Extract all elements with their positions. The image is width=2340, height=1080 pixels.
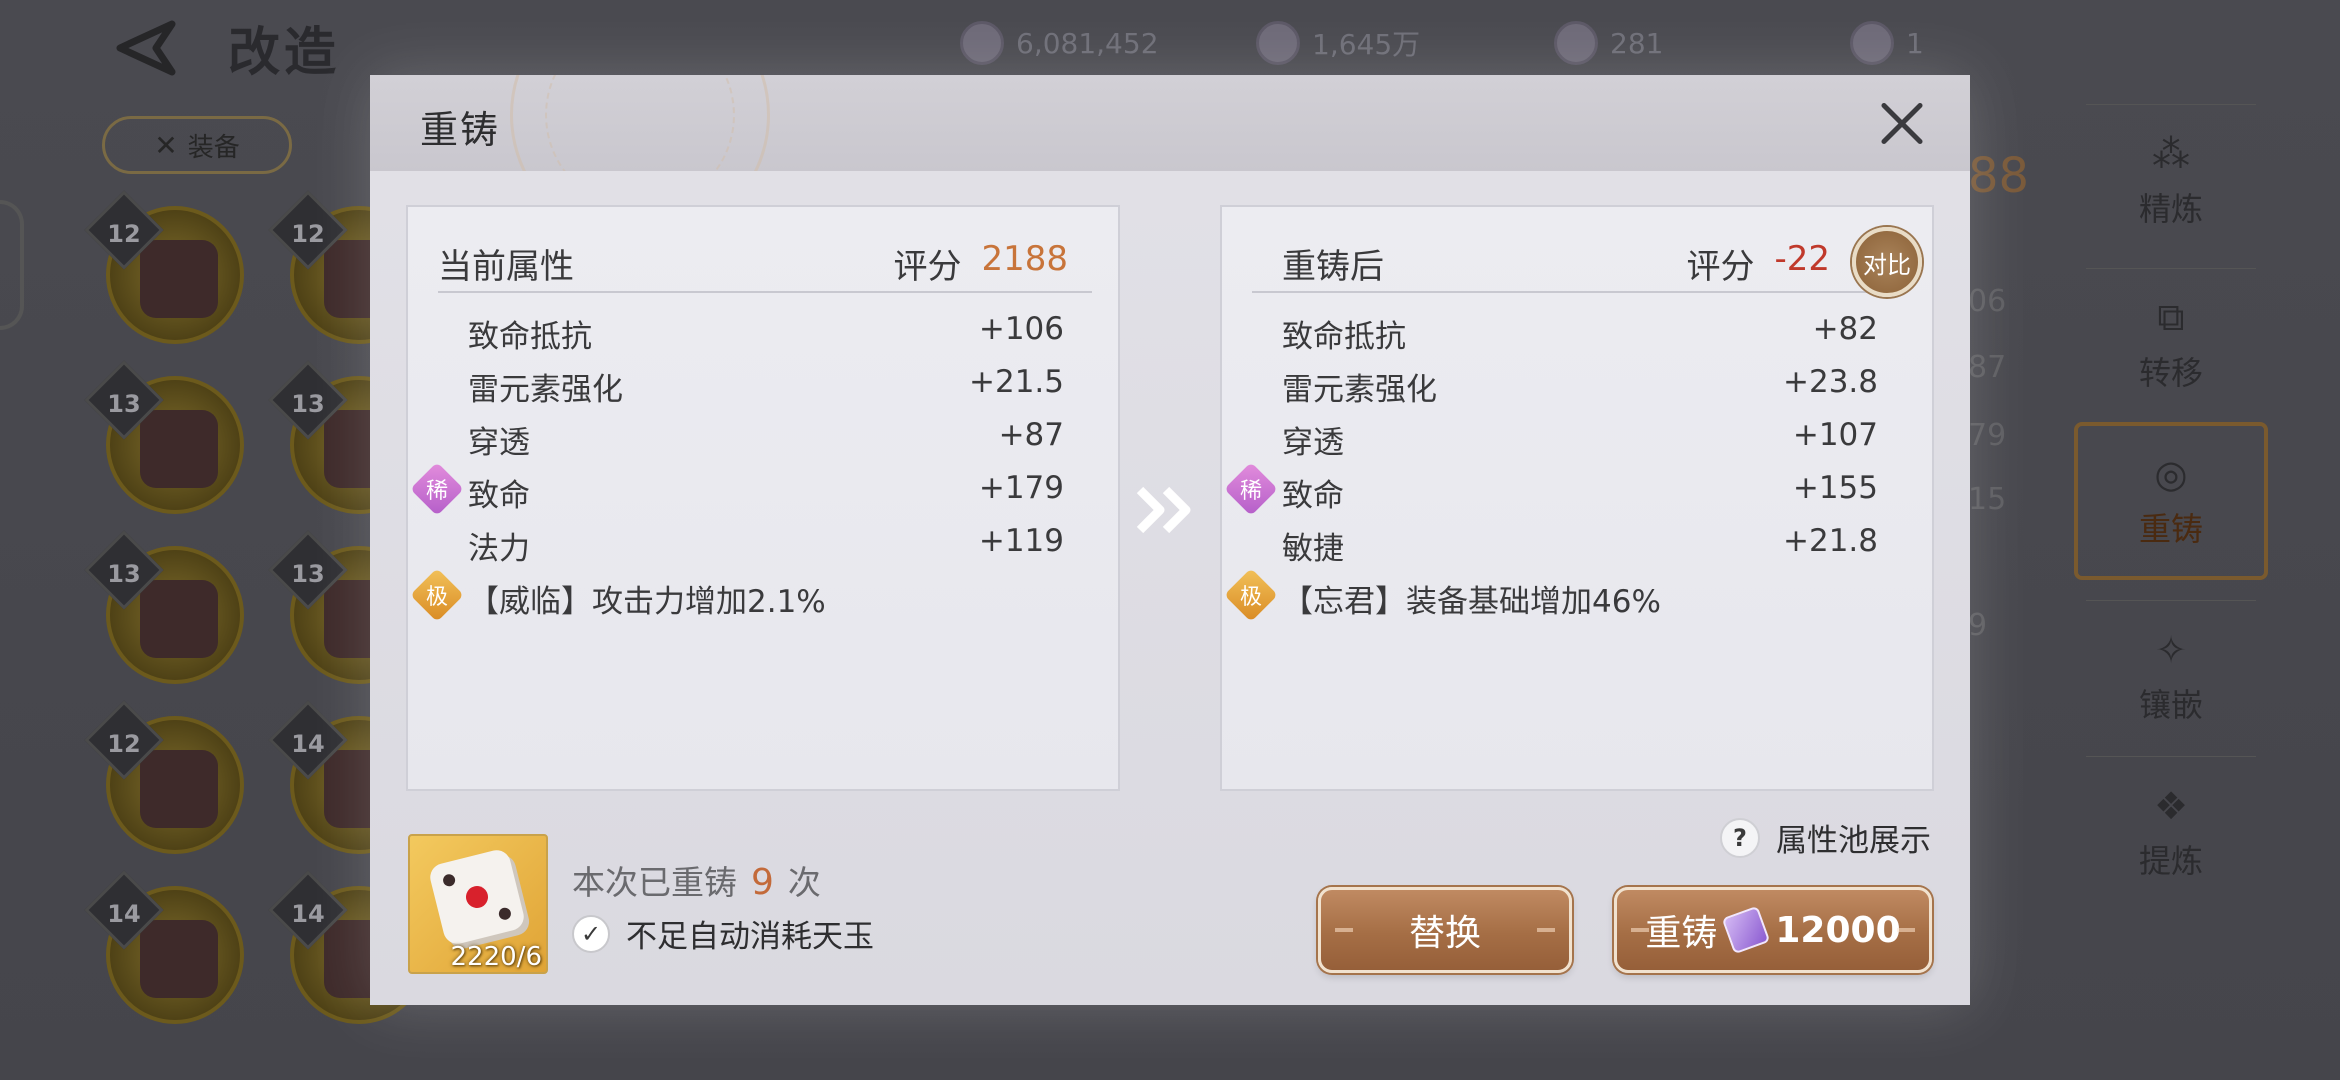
bg-score: 88 xyxy=(1968,148,2030,204)
transfer-icon: ⧉ xyxy=(2157,295,2185,339)
rare-tag-icon: 稀 xyxy=(1224,462,1278,516)
extreme-tag-icon: 极 xyxy=(410,568,464,622)
attribute-row: 穿透 +87 xyxy=(468,417,1064,461)
panel-header: 重铸后 评分 -22 对比 xyxy=(1252,227,1922,297)
refine-icon: ⁂ xyxy=(2152,131,2190,176)
attribute-list: 致命抵抗 +82 雷元素强化 +23.8 穿透 +107 稀 致命 +155 敏捷 +21… xyxy=(1222,303,1936,622)
left-edge-handle[interactable] xyxy=(0,200,24,330)
attribute-row: 致命抵抗 +106 xyxy=(468,311,1064,355)
score: 评分 -22 xyxy=(1686,239,1830,287)
attribute-pool-link[interactable]: ? 属性池展示 xyxy=(1720,815,1931,860)
attribute-row: 稀 致命 +179 xyxy=(408,462,1122,516)
panel-header: 当前属性 评分 2188 xyxy=(438,227,1092,293)
currency-tokens[interactable]: 281 xyxy=(1554,18,1663,68)
gold-token-icon xyxy=(1850,21,1894,65)
equipment-slot[interactable]: 14 xyxy=(84,870,244,1024)
question-icon[interactable]: ? xyxy=(1720,817,1760,858)
page-title: 改造 xyxy=(228,23,341,83)
score: 评分 2188 xyxy=(893,239,1068,287)
attribute-row: 雷元素强化 +21.5 xyxy=(468,364,1064,408)
nav-inlay[interactable]: ✧ 镶嵌 xyxy=(2086,600,2256,752)
bg-stat: 87 xyxy=(1968,350,2007,385)
equipment-slot[interactable]: 12 xyxy=(84,190,244,344)
item-count: 2220/6 xyxy=(450,942,542,972)
dice-icon xyxy=(427,847,527,947)
panel-title: 当前属性 xyxy=(438,247,574,287)
checkmark-icon[interactable]: ✓ xyxy=(572,914,610,953)
attribute-row: 穿透 +107 xyxy=(1282,417,1878,461)
nav-refine[interactable]: ⁂ 精炼 xyxy=(2086,104,2256,256)
recast-item-slot[interactable]: 2220/6 xyxy=(408,834,548,974)
bg-stat: 79 xyxy=(1968,418,2007,453)
silver-coin-icon xyxy=(1256,21,1300,65)
purple-gem-icon xyxy=(960,21,1004,65)
currency-gold[interactable]: 1 xyxy=(1850,18,1924,68)
blue-token-icon xyxy=(1554,21,1598,65)
special-effect-row: 极 【忘君】装备基础增加46% xyxy=(1222,568,1936,622)
score-value: -22 xyxy=(1774,239,1830,279)
recast-icon: ◎ xyxy=(2154,452,2188,496)
recast-count: 9 xyxy=(751,862,774,903)
attribute-row: 致命抵抗 +82 xyxy=(1282,311,1878,355)
extreme-tag-icon: 极 xyxy=(1224,568,1278,622)
attribute-list: 致命抵抗 +106 雷元素强化 +21.5 穿透 +87 稀 致命 +179 法力 +11… xyxy=(408,303,1122,622)
bg-stat: 9 xyxy=(1968,608,1988,643)
recast-button[interactable]: 重铸 12000 xyxy=(1614,887,1932,973)
close-icon[interactable] xyxy=(1878,99,1926,147)
auto-consume-toggle[interactable]: ✓ 不足自动消耗天玉 xyxy=(572,911,874,956)
bg-stat: 15 xyxy=(1968,482,2007,517)
dialog-title: 重铸 xyxy=(420,108,501,152)
special-effect-row: 极 【威临】攻击力增加2.1% xyxy=(408,568,1122,622)
tab-equip[interactable]: ✕ 装备 xyxy=(102,116,292,174)
crossed-swords-icon: ✕ xyxy=(154,128,178,162)
equipment-slot[interactable]: 13 xyxy=(84,360,244,514)
recast-count-text: 本次已重铸 9 次 xyxy=(572,862,821,903)
rare-tag-icon: 稀 xyxy=(410,462,464,516)
equipment-slot[interactable]: 12 xyxy=(84,700,244,854)
inlay-icon: ✧ xyxy=(2155,627,2187,672)
extract-icon: ❖ xyxy=(2153,783,2189,828)
nav-transfer[interactable]: ⧉ 转移 xyxy=(2086,268,2256,420)
attribute-row: 稀 致命 +155 xyxy=(1222,462,1936,516)
double-chevron-right-icon xyxy=(1136,486,1191,534)
score-value: 2188 xyxy=(981,239,1068,279)
purple-gem-icon xyxy=(1722,905,1771,955)
currency-gems[interactable]: 6,081,452 xyxy=(960,18,1159,68)
currency-coins[interactable]: 1,645万 xyxy=(1256,18,1420,68)
equipment-slot[interactable]: 13 xyxy=(84,530,244,684)
back-arrow-icon[interactable] xyxy=(112,18,182,78)
compare-button[interactable]: 对比 xyxy=(1852,227,1922,297)
attribute-row: 敏捷 +21.8 xyxy=(1282,523,1878,567)
bg-stat: 06 xyxy=(1968,284,2007,319)
attribute-row: 雷元素强化 +23.8 xyxy=(1282,364,1878,408)
attribute-row: 法力 +119 xyxy=(468,523,1064,567)
recast-cost: 12000 xyxy=(1775,909,1901,951)
replace-button[interactable]: 替换 xyxy=(1318,887,1572,973)
nav-extract[interactable]: ❖ 提炼 xyxy=(2086,756,2256,908)
after-recast-panel: 重铸后 评分 -22 对比 致命抵抗 +82 雷元素强化 +23.8 穿透 +107 … xyxy=(1220,205,1934,791)
nav-recast[interactable]: ◎ 重铸 xyxy=(2074,422,2268,580)
panel-title: 重铸后 xyxy=(1282,247,1384,287)
dialog-header: 重铸 xyxy=(370,75,1970,171)
current-attributes-panel: 当前属性 评分 2188 致命抵抗 +106 雷元素强化 +21.5 穿透 +87 稀… xyxy=(406,205,1120,791)
recast-dialog: 重铸 当前属性 评分 2188 致命抵抗 +106 雷元素强化 +21.5 穿透 +8… xyxy=(370,75,1970,1005)
